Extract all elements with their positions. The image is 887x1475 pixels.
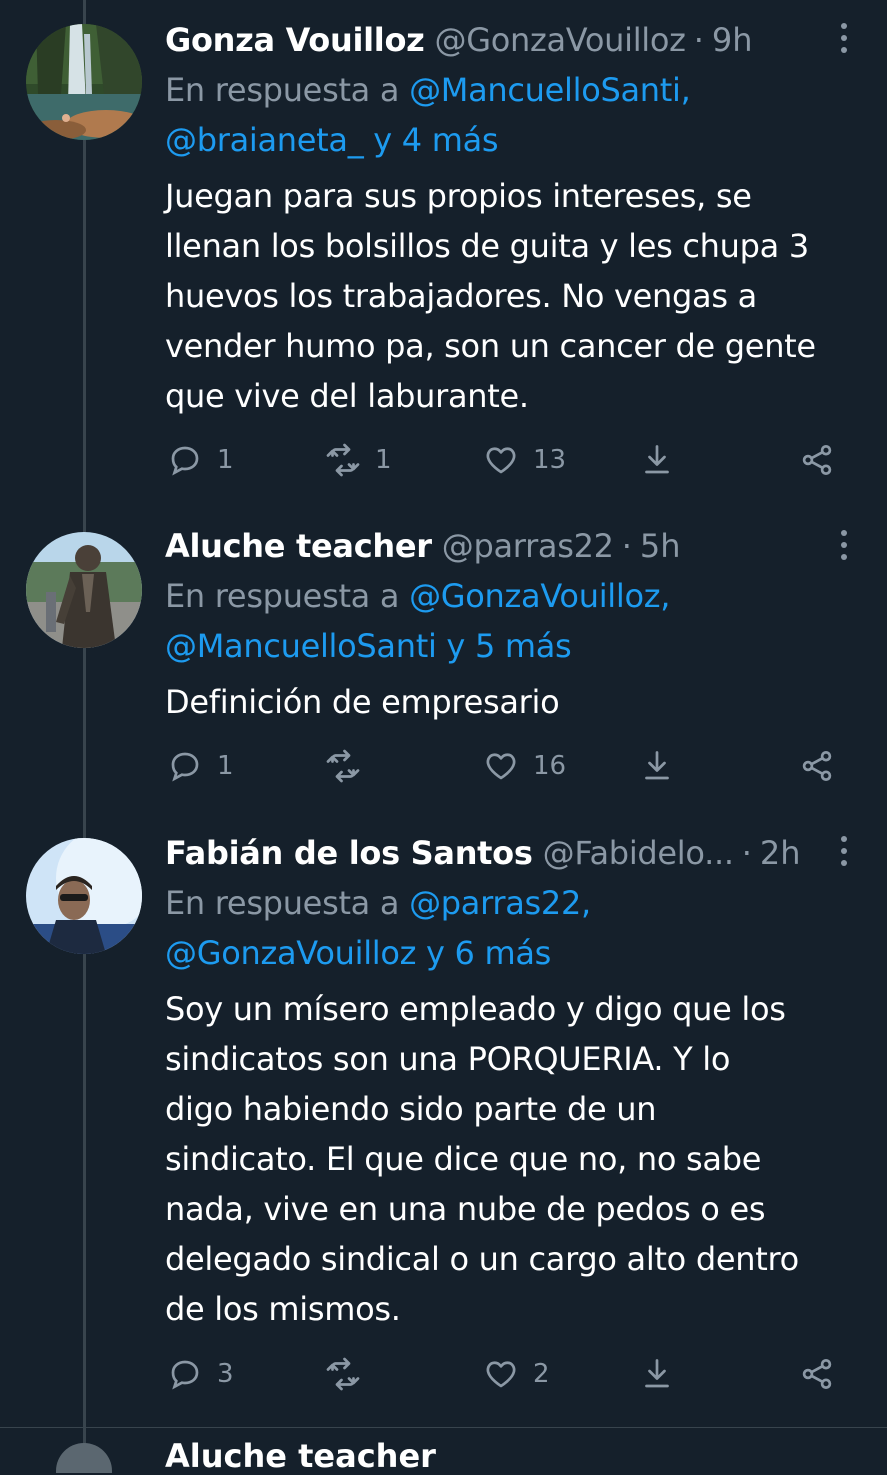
timestamp[interactable]: 9h <box>712 21 753 59</box>
upload-icon <box>645 445 669 474</box>
text-line: digo habiendo sido parte de un <box>165 1090 657 1128</box>
text-line: Soy un mísero empleado y digo que los <box>165 990 786 1028</box>
separator-dot: · <box>741 834 752 872</box>
author-handle[interactable]: @Fabidelo... <box>543 834 734 872</box>
share-button[interactable] <box>799 748 835 784</box>
timestamp[interactable]: 2h <box>760 834 801 872</box>
mention-link[interactable]: @MancuelloSanti, <box>409 71 691 109</box>
retweet-button[interactable] <box>325 1356 375 1392</box>
retweet-icon <box>326 749 360 783</box>
reply-prefix: En respuesta a <box>165 884 410 922</box>
text-line: de los mismos. <box>165 1290 401 1328</box>
retweet-count: 1 <box>375 445 392 475</box>
tweet-text: Juegan para sus propios intereses, se ll… <box>165 171 865 421</box>
tweet-text: Soy un mísero empleado y digo que los si… <box>165 984 865 1334</box>
download-button[interactable] <box>639 748 675 784</box>
mention-link[interactable]: @GonzaVouilloz y 6 más <box>165 934 551 972</box>
reply-context: En respuesta a @MancuelloSanti, @braiane… <box>165 65 865 165</box>
text-line: vender humo pa, son un cancer de gente <box>165 327 816 365</box>
action-bar: 3 2 <box>165 1356 865 1396</box>
more-icon[interactable] <box>835 525 853 565</box>
avatar[interactable] <box>56 1443 112 1473</box>
mention-link[interactable]: @parras22, <box>409 884 591 922</box>
author-handle[interactable]: @parras22 <box>442 527 614 565</box>
author-handle[interactable]: @GonzaVouilloz <box>435 21 686 59</box>
download-button[interactable] <box>639 1356 675 1392</box>
text-line: huevos los trabajadores. No vengas a <box>165 277 757 315</box>
reply-prefix: En respuesta a <box>165 577 410 615</box>
mention-link[interactable]: @MancuelloSanti y 5 más <box>165 627 572 665</box>
like-icon <box>486 447 516 474</box>
share-icon <box>802 751 832 781</box>
tweet-text: Definición de empresario <box>165 677 865 727</box>
upload-icon <box>645 751 669 780</box>
share-button[interactable] <box>799 442 835 478</box>
text-line: Definición de empresario <box>165 683 560 721</box>
retweet-icon <box>326 443 360 477</box>
more-icon[interactable] <box>835 831 853 871</box>
waterfall-photo-avatar <box>26 24 142 140</box>
reply-icon <box>171 1360 199 1390</box>
tweet-header: Aluche teacher @parras22 · 5h <box>165 521 865 571</box>
share-icon <box>802 445 832 475</box>
separator-dot: · <box>621 527 632 565</box>
like-icon <box>486 753 516 780</box>
reply-icon <box>171 446 199 476</box>
text-line: Juegan para sus propios intereses, se <box>165 177 752 215</box>
like-icon <box>486 1361 516 1388</box>
statue-photo-avatar <box>26 532 142 648</box>
text-line: nada, vive en una nube de pedos o es <box>165 1190 766 1228</box>
avatar[interactable] <box>26 532 142 648</box>
author-name[interactable]: Fabián de los Santos <box>165 834 533 872</box>
man-sunglasses-photo-avatar <box>26 838 142 954</box>
author-name[interactable]: Aluche teacher <box>165 1437 436 1475</box>
like-button[interactable]: 16 <box>483 748 566 784</box>
reply-count: 1 <box>217 751 234 781</box>
avatar[interactable] <box>26 838 142 954</box>
tweet-header: Gonza Vouilloz @GonzaVouilloz · 9h <box>165 15 865 65</box>
text-line: llenan los bolsillos de guita y les chup… <box>165 227 809 265</box>
action-bar: 1 1 13 <box>165 442 865 482</box>
action-bar: 1 16 <box>165 748 865 788</box>
retweet-button[interactable]: 1 <box>325 442 392 478</box>
upload-icon <box>645 1359 669 1388</box>
separator-dot: · <box>693 21 704 59</box>
like-button[interactable]: 13 <box>483 442 566 478</box>
reply-context: En respuesta a @parras22, @GonzaVouilloz… <box>165 878 865 978</box>
download-button[interactable] <box>639 442 675 478</box>
timestamp[interactable]: 5h <box>640 527 681 565</box>
like-count: 13 <box>533 445 567 475</box>
share-button[interactable] <box>799 1356 835 1392</box>
more-icon[interactable] <box>835 18 853 58</box>
reply-context: En respuesta a @GonzaVouilloz, @Mancuell… <box>165 571 865 671</box>
mention-link[interactable]: @GonzaVouilloz, <box>409 577 670 615</box>
like-count: 2 <box>533 1359 550 1389</box>
share-icon <box>802 1359 832 1389</box>
text-line: delegado sindical o un cargo alto dentro <box>165 1240 799 1278</box>
retweet-button[interactable] <box>325 748 375 784</box>
avatar[interactable] <box>26 24 142 140</box>
mention-link[interactable]: @braianeta_ y 4 más <box>165 121 499 159</box>
like-button[interactable]: 2 <box>483 1356 550 1392</box>
text-line: sindicatos son una PORQUERIA. Y lo <box>165 1040 731 1078</box>
reply-icon <box>171 752 199 782</box>
reply-button[interactable]: 1 <box>167 442 234 478</box>
reply-button[interactable]: 3 <box>167 1356 234 1392</box>
text-line: sindicato. El que dice que no, no sabe <box>165 1140 762 1178</box>
reply-count: 1 <box>217 445 234 475</box>
reply-prefix: En respuesta a <box>165 71 410 109</box>
author-name[interactable]: Gonza Vouilloz <box>165 21 425 59</box>
reply-count: 3 <box>217 1359 234 1389</box>
reply-button[interactable]: 1 <box>167 748 234 784</box>
retweet-icon <box>326 1357 360 1391</box>
tweet-divider <box>0 1427 887 1428</box>
tweet-header: Fabián de los Santos @Fabidelo... · 2h <box>165 828 865 878</box>
like-count: 16 <box>533 751 567 781</box>
author-name[interactable]: Aluche teacher <box>165 527 432 565</box>
text-line: que vive del laburante. <box>165 377 529 415</box>
thread-line <box>83 0 86 1459</box>
